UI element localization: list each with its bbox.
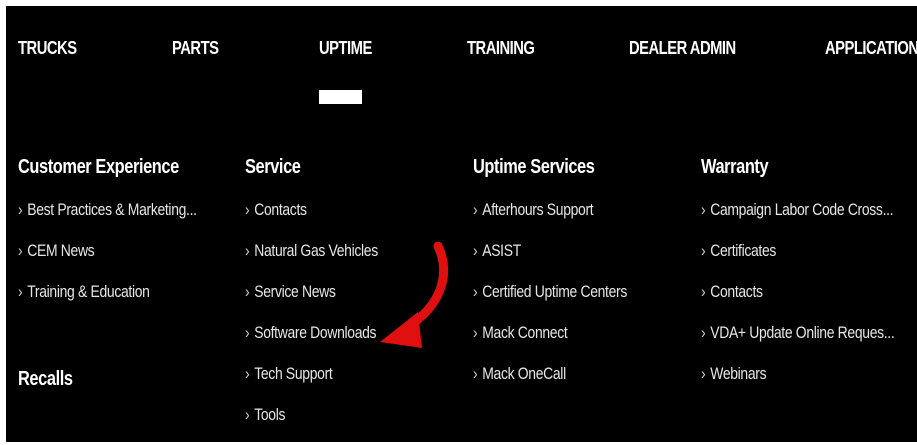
chevron-right-icon: › bbox=[701, 241, 706, 260]
chevron-right-icon: › bbox=[245, 200, 250, 219]
menu-link[interactable]: › Tech Support bbox=[245, 364, 378, 385]
menu-link[interactable]: › Tools bbox=[245, 405, 378, 426]
chevron-right-icon: › bbox=[473, 200, 478, 219]
menu-link-label: Webinars bbox=[710, 364, 767, 383]
menu-link[interactable]: › CEM News bbox=[18, 241, 197, 262]
chevron-right-icon: › bbox=[245, 282, 250, 301]
chevron-right-icon: › bbox=[245, 405, 250, 424]
menu-link[interactable]: › Service News bbox=[245, 282, 378, 303]
menu-link-label: Service News bbox=[254, 282, 336, 301]
menu-link-label: Certificates bbox=[710, 241, 777, 260]
column-heading: Service bbox=[245, 156, 301, 178]
menu-column-warranty: Warranty › Campaign Labor Code Cross... ›… bbox=[701, 156, 917, 405]
chevron-right-icon: › bbox=[18, 200, 23, 219]
chevron-right-icon: › bbox=[245, 241, 250, 260]
menu-link[interactable]: › Mack Connect bbox=[473, 323, 627, 344]
chevron-right-icon: › bbox=[473, 364, 478, 383]
menu-link-label: VDA+ Update Online Reques... bbox=[710, 323, 895, 342]
mega-menu-panel: TRUCKS PARTS UPTIME TRAINING DEALER ADMI… bbox=[6, 6, 917, 442]
menu-link-label: Mack OneCall bbox=[482, 364, 566, 383]
red-curved-arrow-icon bbox=[380, 242, 449, 348]
menu-link[interactable]: › Natural Gas Vehicles bbox=[245, 241, 378, 262]
column-heading: Uptime Services bbox=[473, 156, 595, 178]
menu-link-label: Certified Uptime Centers bbox=[482, 282, 627, 301]
menu-link-label: Campaign Labor Code Cross... bbox=[710, 200, 894, 219]
active-tab-indicator bbox=[319, 90, 362, 104]
menu-link-label: Training & Education bbox=[27, 282, 150, 301]
menu-link[interactable]: › Certificates bbox=[701, 241, 894, 262]
menu-link-label: Tech Support bbox=[254, 364, 333, 383]
software-downloads-link[interactable]: › Software Downloads bbox=[245, 323, 378, 344]
top-navigation: TRUCKS PARTS UPTIME TRAINING DEALER ADMI… bbox=[6, 6, 917, 116]
menu-link-label: ASIST bbox=[482, 241, 521, 260]
menu-link[interactable]: › Campaign Labor Code Cross... bbox=[701, 200, 894, 221]
menu-link-label: Software Downloads bbox=[254, 323, 377, 342]
chevron-right-icon: › bbox=[701, 200, 706, 219]
nav-dealer-admin[interactable]: DEALER ADMIN bbox=[629, 38, 736, 59]
chevron-right-icon: › bbox=[701, 364, 706, 383]
menu-link[interactable]: › Best Practices & Marketing... bbox=[18, 200, 197, 221]
menu-column-customer-experience: Customer Experience › Best Practices & Ma… bbox=[18, 156, 236, 323]
menu-link-label: Contacts bbox=[254, 200, 307, 219]
menu-link[interactable]: › Contacts bbox=[245, 200, 378, 221]
menu-link[interactable]: › Afterhours Support bbox=[473, 200, 627, 221]
nav-uptime[interactable]: UPTIME bbox=[319, 38, 372, 59]
menu-link-label: CEM News bbox=[27, 241, 95, 260]
menu-link[interactable]: › VDA+ Update Online Reques... bbox=[701, 323, 895, 344]
menu-link[interactable]: › Certified Uptime Centers bbox=[473, 282, 627, 303]
chevron-right-icon: › bbox=[473, 241, 478, 260]
recalls-heading[interactable]: Recalls bbox=[18, 368, 73, 391]
nav-trucks[interactable]: TRUCKS bbox=[18, 38, 77, 59]
nav-parts[interactable]: PARTS bbox=[172, 38, 219, 59]
menu-link-label: Contacts bbox=[710, 282, 763, 301]
menu-link[interactable]: › Training & Education bbox=[18, 282, 197, 303]
chevron-right-icon: › bbox=[473, 282, 478, 301]
menu-column-uptime-services: Uptime Services › Afterhours Support › ASI… bbox=[473, 156, 661, 405]
menu-link-label: Natural Gas Vehicles bbox=[254, 241, 378, 260]
menu-link-label: Best Practices & Marketing... bbox=[27, 200, 197, 219]
chevron-right-icon: › bbox=[18, 282, 23, 301]
menu-link[interactable]: › ASIST bbox=[473, 241, 627, 262]
chevron-right-icon: › bbox=[701, 282, 706, 301]
nav-training[interactable]: TRAINING bbox=[467, 38, 535, 59]
chevron-right-icon: › bbox=[701, 323, 706, 342]
menu-link[interactable]: › Mack OneCall bbox=[473, 364, 627, 385]
chevron-right-icon: › bbox=[245, 323, 250, 342]
chevron-right-icon: › bbox=[473, 323, 478, 342]
menu-link[interactable]: › Contacts bbox=[701, 282, 894, 303]
nav-applications[interactable]: APPLICATIONS bbox=[825, 38, 917, 59]
chevron-right-icon: › bbox=[245, 364, 250, 383]
menu-link-label: Tools bbox=[254, 405, 286, 424]
menu-link[interactable]: › Webinars bbox=[701, 364, 894, 385]
column-heading: Warranty bbox=[701, 156, 769, 178]
chevron-right-icon: › bbox=[18, 241, 23, 260]
menu-link-label: Mack Connect bbox=[482, 323, 568, 342]
column-heading: Customer Experience bbox=[18, 156, 179, 178]
menu-link-label: Afterhours Support bbox=[482, 200, 594, 219]
